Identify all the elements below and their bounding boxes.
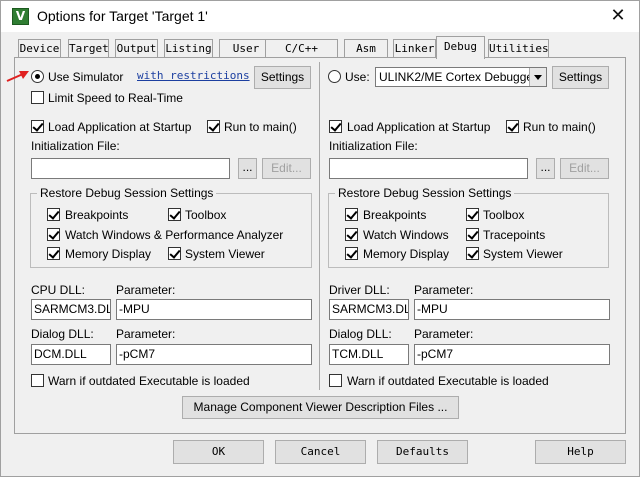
left-init-edit-button[interactable]: Edit... — [262, 158, 311, 179]
cpu-param-label: Parameter: — [116, 283, 176, 297]
right-warn-outdated-checkbox[interactable] — [329, 374, 342, 387]
left-run-to-main-label: Run to main() — [224, 120, 297, 134]
right-load-app-checkbox[interactable] — [329, 120, 342, 133]
cpu-param-input[interactable]: -MPU — [116, 299, 312, 320]
use-debugger-label: Use: — [345, 70, 370, 84]
right-watch-windows-checkbox[interactable] — [345, 228, 358, 241]
right-memory-display-checkbox[interactable] — [345, 247, 358, 260]
left-init-file-label: Initialization File: — [31, 139, 120, 153]
right-dialog-param-label: Parameter: — [414, 327, 474, 341]
driver-param-label: Parameter: — [414, 283, 474, 297]
ok-button[interactable]: OK — [173, 440, 264, 464]
left-dialog-param-label: Parameter: — [116, 327, 176, 341]
right-run-to-main-label: Run to main() — [523, 120, 596, 134]
right-run-to-main-checkbox[interactable] — [506, 120, 519, 133]
driver-param-input[interactable]: -MPU — [414, 299, 610, 320]
right-toolbox-checkbox[interactable] — [466, 208, 479, 221]
right-tracepoints-label: Tracepoints — [483, 228, 546, 242]
right-init-file-label: Initialization File: — [329, 139, 418, 153]
cpu-dll-input[interactable]: SARMCM3.DLL — [31, 299, 111, 320]
left-dialog-param-input[interactable]: -pCM7 — [116, 344, 312, 365]
left-system-viewer-label: System Viewer — [185, 247, 265, 261]
limit-speed-label: Limit Speed to Real-Time — [48, 91, 183, 105]
chevron-down-icon[interactable] — [529, 68, 546, 86]
right-breakpoints-label: Breakpoints — [363, 208, 427, 222]
right-memory-display-label: Memory Display — [363, 247, 450, 261]
driver-dll-label: Driver DLL: — [329, 283, 390, 297]
use-simulator-radio[interactable] — [31, 70, 44, 83]
left-dialog-dll-input[interactable]: DCM.DLL — [31, 344, 111, 365]
left-toolbox-checkbox[interactable] — [168, 208, 181, 221]
left-breakpoints-checkbox[interactable] — [47, 208, 60, 221]
defaults-button[interactable]: Defaults — [377, 440, 468, 464]
left-toolbox-label: Toolbox — [185, 208, 227, 222]
limit-speed-checkbox[interactable] — [31, 91, 44, 104]
right-watch-windows-label: Watch Windows — [363, 228, 449, 242]
left-init-browse-button[interactable]: ... — [238, 158, 257, 179]
debugger-select[interactable]: ULINK2/ME Cortex Debugger — [375, 67, 547, 87]
left-load-app-label: Load Application at Startup — [48, 120, 192, 134]
use-debugger-radio[interactable] — [328, 70, 341, 83]
left-run-to-main-checkbox[interactable] — [207, 120, 220, 133]
title-bar: V Options for Target 'Target 1' ✕ — [1, 1, 639, 32]
options-dialog: V Options for Target 'Target 1' ✕ Device… — [0, 0, 640, 477]
right-toolbox-label: Toolbox — [483, 208, 525, 222]
left-warn-outdated-checkbox[interactable] — [31, 374, 44, 387]
left-system-viewer-checkbox[interactable] — [168, 247, 181, 260]
left-load-app-checkbox[interactable] — [31, 120, 44, 133]
tab-listing[interactable]: Listing — [164, 39, 213, 58]
right-system-viewer-checkbox[interactable] — [466, 247, 479, 260]
left-restore-group-title: Restore Debug Session Settings — [37, 186, 217, 200]
left-dialog-dll-label: Dialog DLL: — [31, 327, 94, 341]
manage-component-viewer-button[interactable]: Manage Component Viewer Description File… — [182, 396, 459, 419]
right-load-app-label: Load Application at Startup — [347, 120, 491, 134]
help-button[interactable]: Help — [535, 440, 626, 464]
left-memory-display-label: Memory Display — [65, 247, 152, 261]
debugger-settings-button[interactable]: Settings — [552, 66, 609, 89]
right-dialog-param-input[interactable]: -pCM7 — [414, 344, 610, 365]
debugger-select-value: ULINK2/ME Cortex Debugger — [379, 70, 538, 84]
tab-device[interactable]: Device — [18, 39, 61, 58]
right-breakpoints-checkbox[interactable] — [345, 208, 358, 221]
tab-utilities[interactable]: Utilities — [488, 39, 549, 58]
right-dialog-dll-input[interactable]: TCM.DLL — [329, 344, 409, 365]
tab-c-cpp[interactable]: C/C++ (AC6) — [265, 39, 338, 72]
left-watch-windows-checkbox[interactable] — [47, 228, 60, 241]
right-system-viewer-label: System Viewer — [483, 247, 563, 261]
use-simulator-label: Use Simulator — [48, 70, 124, 84]
cpu-dll-label: CPU DLL: — [31, 283, 86, 297]
right-restore-group-title: Restore Debug Session Settings — [335, 186, 515, 200]
left-init-file-input[interactable] — [31, 158, 230, 179]
with-restrictions-link[interactable]: with restrictions — [137, 69, 250, 82]
simulator-settings-button[interactable]: Settings — [254, 66, 311, 89]
tab-output[interactable]: Output — [115, 39, 158, 58]
left-watch-windows-label: Watch Windows & Performance Analyzer — [65, 228, 284, 242]
left-memory-display-checkbox[interactable] — [47, 247, 60, 260]
cancel-button[interactable]: Cancel — [275, 440, 366, 464]
right-init-browse-button[interactable]: ... — [536, 158, 555, 179]
left-breakpoints-label: Breakpoints — [65, 208, 129, 222]
right-warn-outdated-label: Warn if outdated Executable is loaded — [347, 374, 549, 388]
tab-target[interactable]: Target — [68, 39, 109, 58]
column-divider — [319, 62, 320, 390]
window-title: Options for Target 'Target 1' — [37, 8, 208, 24]
tab-debug[interactable]: Debug — [436, 36, 485, 59]
right-tracepoints-checkbox[interactable] — [466, 228, 479, 241]
tab-linker[interactable]: Linker — [393, 39, 436, 58]
right-dialog-dll-label: Dialog DLL: — [329, 327, 392, 341]
left-warn-outdated-label: Warn if outdated Executable is loaded — [48, 374, 250, 388]
driver-dll-input[interactable]: SARMCM3.DLL — [329, 299, 409, 320]
right-init-edit-button[interactable]: Edit... — [560, 158, 609, 179]
keil-app-icon: V — [12, 8, 29, 25]
right-init-file-input[interactable] — [329, 158, 528, 179]
red-arrow-icon — [6, 71, 29, 82]
tab-asm[interactable]: Asm — [344, 39, 388, 58]
close-icon[interactable]: ✕ — [601, 4, 635, 29]
